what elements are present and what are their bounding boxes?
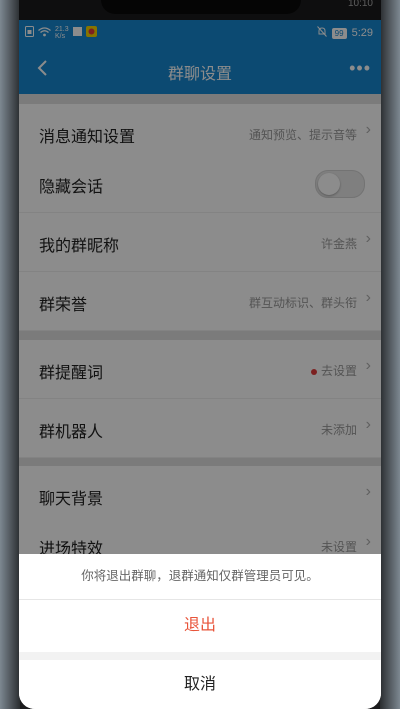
status-time: 5:29 [351,27,373,39]
row-value: 去设置 [320,364,357,378]
mute-icon [316,26,327,40]
red-dot-badge [310,368,317,375]
toggle-knob [318,173,340,195]
exit-group-button[interactable]: 退出 [19,600,381,652]
row-value: 未添加 [320,423,357,437]
camera-notch [101,0,301,14]
row-value: 群互动标识、群头衔 [248,296,357,310]
row-hide-chat: 隐藏会话 [19,154,381,213]
hide-chat-toggle[interactable] [315,170,365,198]
chevron-right-icon: › [365,121,371,138]
phone-edge-right [380,0,400,709]
page-title: 群聊设置 [167,66,232,83]
row-group-robot[interactable]: 群机器人 未添加 › [19,399,381,458]
battery-indicator: 99 [331,27,347,39]
more-options-icon[interactable]: ••• [349,58,371,79]
action-sheet: 你将退出群聊，退群通知仅群管理员可见。 退出 取消 [19,554,381,709]
action-sheet-message: 你将退出群聊，退群通知仅群管理员可见。 [19,554,381,600]
chevron-right-icon: › [365,533,371,550]
row-label: 消息通知设置 [39,129,136,146]
sim-icon [25,26,34,40]
chevron-right-icon: › [365,357,371,374]
wifi-icon [38,26,51,40]
notification-icon [72,27,82,39]
row-label: 群提醒词 [39,365,104,382]
row-label: 聊天背景 [39,491,104,508]
nav-bar: 群聊设置 ••• [19,46,381,94]
frame-clock: 10:10 [347,0,373,9]
chevron-right-icon: › [365,416,371,433]
network-speed: 21.3 K/s [55,26,69,40]
screen: 10:10 21.3 K/s 99 5:29 群聊设置 ••• 消息通知设置 通… [19,0,381,709]
chevron-right-icon: › [365,230,371,247]
row-group-honor[interactable]: 群荣誉 群互动标识、群头衔 › [19,272,381,331]
chevron-right-icon: › [365,289,371,306]
app-notification-icon [85,26,97,40]
row-value-with-dot: 去设置 [310,362,357,379]
row-label: 群机器人 [39,424,104,441]
row-label: 隐藏会话 [39,179,104,196]
row-label: 我的群昵称 [39,238,120,255]
row-label: 群荣誉 [39,297,88,314]
row-my-nickname[interactable]: 我的群昵称 许金燕 › [19,213,381,272]
row-value: 许金燕 [320,237,357,251]
row-value: 未设置 [320,540,357,554]
cancel-button[interactable]: 取消 [19,660,381,709]
chevron-right-icon: › [365,483,371,500]
phone-edge-left [0,0,20,709]
row-group-reminder[interactable]: 群提醒词 去设置 › [19,340,381,399]
status-bar: 21.3 K/s 99 5:29 [19,20,381,46]
row-value: 通知预览、提示音等 [248,128,357,142]
phone-frame: 10:10 21.3 K/s 99 5:29 群聊设置 ••• 消息通知设置 通… [0,0,400,709]
